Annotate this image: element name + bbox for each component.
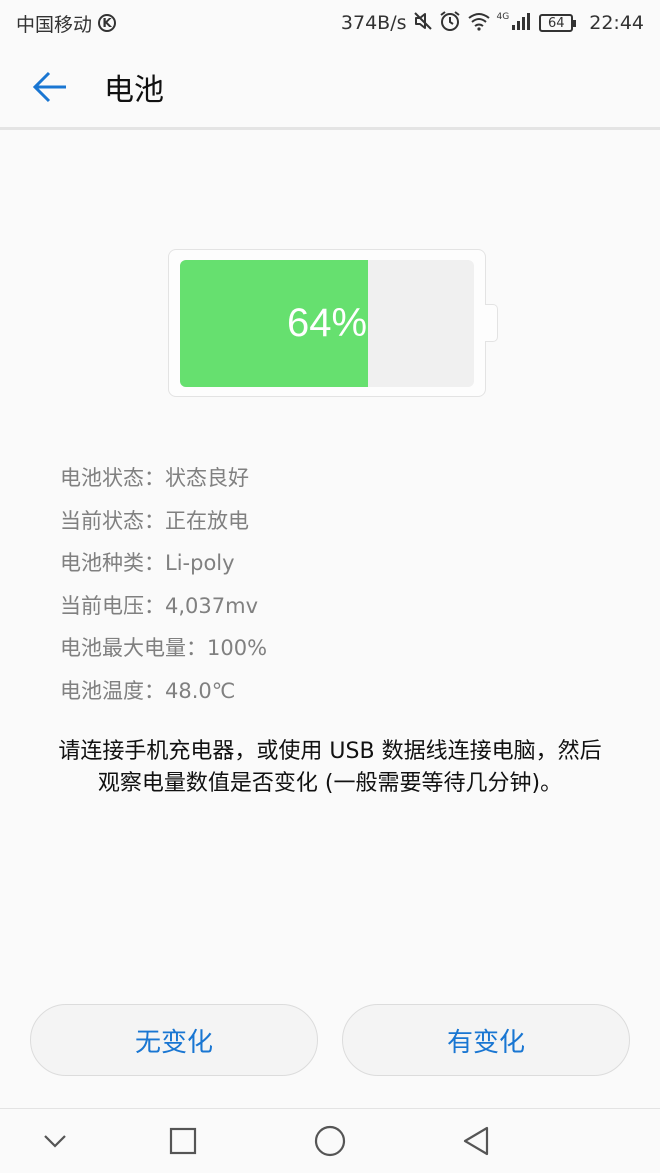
battery-graphic: 64% <box>168 249 486 397</box>
page-title: 电池 <box>104 72 164 108</box>
battery-terminal <box>485 304 498 342</box>
info-current-state: 当前状态：正在放电 <box>60 508 249 533</box>
status-left: 中国移动 K <box>16 10 117 37</box>
battery-percent: 64% <box>286 301 368 345</box>
net-speed: 374B/s <box>340 12 407 34</box>
triangle-back-icon <box>463 1126 489 1156</box>
navigation-bar <box>0 1108 660 1173</box>
network-type: 4G <box>496 12 510 22</box>
carrier-name: 中国移动 <box>16 13 93 36</box>
info-voltage: 当前电压：4,037mv <box>60 593 259 618</box>
info-battery-type: 电池种类：Li-poly <box>60 551 235 576</box>
battery-gauge: 64% <box>180 260 474 387</box>
battery-info-list: 电池状态：状态良好 当前状态：正在放电 电池种类：Li-poly 当前电压：4,… <box>60 456 620 711</box>
nav-home-button[interactable] <box>312 1123 348 1159</box>
wifi-icon <box>467 11 491 36</box>
nav-recents-button[interactable] <box>165 1123 201 1159</box>
instruction-text: 请连接手机充电器，或使用 USB 数据线连接电脑，然后观察电量数值是否变化 (一… <box>58 739 602 796</box>
battery-status-icon: 64 <box>539 14 577 32</box>
circle-icon <box>314 1125 346 1157</box>
info-max-capacity: 电池最大电量：100% <box>60 636 268 661</box>
nav-back-button[interactable] <box>458 1123 494 1159</box>
clock-time: 22:44 <box>589 12 644 34</box>
status-bar: 中国移动 K 374B/s 4G 64 22:44 <box>0 0 660 46</box>
info-battery-health: 电池状态：状态良好 <box>60 466 249 491</box>
arrow-left-icon <box>32 71 66 102</box>
signal-icon <box>511 11 533 36</box>
changed-button[interactable]: 有变化 <box>342 1004 630 1076</box>
info-temperature: 电池温度：48.0℃ <box>60 678 236 703</box>
mute-icon <box>413 11 433 36</box>
nav-hide-button[interactable] <box>37 1123 73 1159</box>
square-icon <box>169 1127 197 1155</box>
alarm-icon <box>439 10 461 37</box>
chevron-down-icon <box>44 1135 66 1148</box>
back-button[interactable] <box>24 61 76 113</box>
no-change-button[interactable]: 无变化 <box>30 1004 318 1076</box>
status-right: 374B/s 4G 64 22:44 <box>341 10 644 37</box>
carrier-badge-icon: K <box>98 14 117 32</box>
app-header: 电池 <box>0 46 660 130</box>
